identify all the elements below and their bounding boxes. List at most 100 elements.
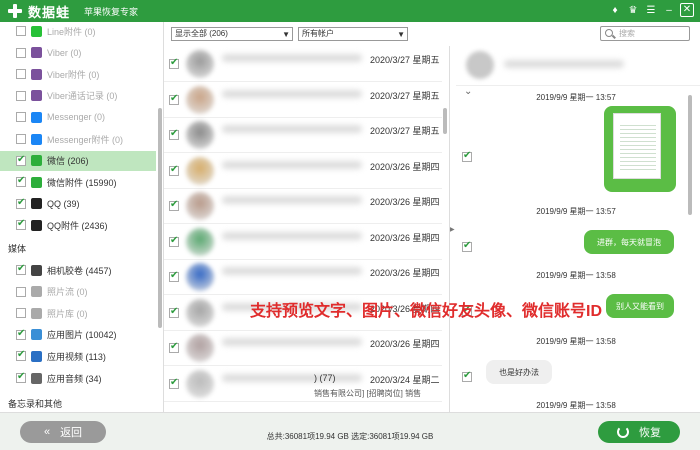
- sidebar-item-label: Viber附件 (0): [47, 69, 100, 80]
- sidebar-item[interactable]: Viber附件 (0): [0, 64, 156, 84]
- contact-name-blurred: [222, 54, 362, 62]
- checkbox[interactable]: [16, 69, 26, 80]
- sidebar-item[interactable]: Messenger (0): [0, 107, 156, 127]
- checkbox[interactable]: [16, 154, 26, 166]
- table-row[interactable]: 2020/3/24 星期二) (77) 销售有限公司] [招聘岗位] 销售: [164, 366, 442, 402]
- checkbox[interactable]: [16, 112, 26, 123]
- sidebar-scrollbar[interactable]: [158, 108, 162, 328]
- menu-icon[interactable]: ☰: [644, 3, 658, 17]
- checkbox[interactable]: [16, 197, 26, 209]
- row-date: 2020/3/26 星期四: [370, 232, 440, 243]
- sidebar-item[interactable]: 应用视频 (113): [0, 346, 156, 366]
- search-input[interactable]: 搜索: [600, 26, 690, 41]
- promo-caption: 支持预览文字、图片、微信好友头像、微信账号ID: [250, 303, 603, 320]
- table-row[interactable]: 2020/3/26 星期四: [164, 259, 442, 295]
- sidebar-item[interactable]: Messenger附件 (0): [0, 129, 156, 149]
- sidebar-item[interactable]: 照片库 (0): [0, 303, 156, 323]
- checkbox[interactable]: [16, 47, 26, 58]
- chat-scrollbar[interactable]: [688, 95, 692, 215]
- table-row[interactable]: 2020/3/27 星期五: [164, 117, 442, 153]
- row-prefix: ) (77): [314, 372, 336, 383]
- checkbox[interactable]: [169, 57, 179, 69]
- checkbox[interactable]: [16, 134, 26, 144]
- minimize-icon[interactable]: –: [662, 3, 676, 17]
- contact-avatar: [186, 369, 214, 398]
- checkbox[interactable]: [462, 150, 472, 162]
- wechat-icon: [31, 176, 42, 188]
- sidebar-item[interactable]: 微信 (206): [0, 150, 156, 171]
- crown-icon[interactable]: ♛: [626, 3, 640, 17]
- sidebar-item-label: 应用音频 (34): [47, 373, 102, 384]
- checkbox[interactable]: [169, 306, 179, 318]
- sidebar-item[interactable]: QQ附件 (2436): [0, 215, 156, 235]
- recover-button[interactable]: 恢复: [598, 421, 680, 443]
- filter-select[interactable]: 显示全部 (206) ▼: [171, 27, 293, 41]
- table-row[interactable]: 2020/3/26 星期四: [164, 330, 442, 366]
- sidebar-item[interactable]: 应用音频 (34): [0, 368, 156, 388]
- checkbox[interactable]: [169, 235, 179, 247]
- checkbox[interactable]: [16, 26, 26, 36]
- chevron-down-icon: ▼: [282, 30, 290, 39]
- sidebar-item-label: 微信附件 (15990): [47, 177, 117, 188]
- sidebar-item[interactable]: Viber (0): [0, 43, 156, 63]
- row-date: 2020/3/26 星期四: [370, 268, 440, 278]
- sidebar-item-label: 照片流 (0): [47, 287, 88, 298]
- sidebar-item[interactable]: Line附件 (0): [0, 22, 156, 41]
- checkbox[interactable]: [16, 218, 26, 231]
- sidebar-item[interactable]: 应用图片 (10042): [0, 325, 156, 345]
- diamond-icon[interactable]: ♦: [608, 3, 622, 17]
- table-row[interactable]: 2020/3/27 星期五: [164, 46, 442, 82]
- checkbox[interactable]: [16, 371, 26, 383]
- table-row[interactable]: 2020/3/27 星期五: [164, 82, 442, 118]
- account-select[interactable]: 所有帐户 ▼: [298, 27, 408, 41]
- sidebar-item[interactable]: Viber通话记录 (0): [0, 86, 156, 106]
- contact-avatar: [186, 263, 214, 291]
- table-row[interactable]: 2020/3/26 星期四: [164, 188, 442, 224]
- table-row[interactable]: 2020/3/26 星期四: [164, 224, 442, 260]
- sidebar-item[interactable]: 微信附件 (15990): [0, 172, 156, 192]
- sidebar-item-label: Line附件 (0): [47, 26, 96, 37]
- image-message[interactable]: [604, 106, 676, 192]
- checkbox[interactable]: [462, 240, 472, 252]
- contact-avatar: [186, 334, 214, 362]
- table-row[interactable]: 2020/3/26 星期四: [164, 153, 442, 189]
- list-scrollbar[interactable]: [443, 108, 447, 134]
- sidebar-item-label: Messenger附件 (0): [47, 134, 124, 145]
- checkbox[interactable]: [16, 175, 26, 188]
- sidebar-item[interactable]: 照片流 (0): [0, 282, 156, 302]
- splitter-handle[interactable]: ▶: [450, 226, 455, 233]
- contact-name-blurred: [222, 125, 362, 133]
- sidebar-item[interactable]: 相机胶卷 (4457): [0, 260, 156, 280]
- close-icon[interactable]: ✕: [680, 3, 694, 17]
- selection-summary: 总共:36081项19.94 GB 选定:36081项19.94 GB: [266, 432, 434, 441]
- qq-icon: [31, 198, 42, 210]
- checkbox[interactable]: [16, 90, 26, 101]
- row-date: 2020/3/24 星期二: [370, 374, 440, 385]
- checkbox[interactable]: [16, 349, 26, 362]
- checkbox[interactable]: [16, 308, 26, 319]
- contact-name-blurred: [222, 160, 362, 169]
- checkbox[interactable]: [169, 377, 179, 389]
- sidebar-item[interactable]: QQ (39): [0, 194, 156, 214]
- checkbox[interactable]: [169, 199, 179, 211]
- checkbox[interactable]: [16, 286, 26, 297]
- checkbox[interactable]: [16, 263, 26, 275]
- photolib-icon: [31, 307, 42, 319]
- checkbox[interactable]: [169, 164, 179, 176]
- text-message[interactable]: 也是好办法: [486, 360, 552, 384]
- message-timestamp: 2019/9/9 星期一 13:57: [536, 93, 616, 102]
- messenger-icon: [31, 111, 42, 123]
- text-message[interactable]: 进群，每天就冒泡: [584, 230, 674, 254]
- image-thumbnail: [613, 113, 661, 179]
- messenger-icon: [31, 133, 42, 145]
- viber-icon: [31, 90, 42, 102]
- checkbox[interactable]: [462, 370, 472, 382]
- text-message[interactable]: 别人又能看到: [606, 294, 674, 318]
- row-date: 2020/3/27 星期五: [370, 90, 440, 101]
- checkbox[interactable]: [169, 341, 179, 353]
- checkbox[interactable]: [16, 328, 26, 340]
- checkbox[interactable]: [169, 93, 179, 105]
- message-timestamp: 2019/9/9 星期一 13:58: [536, 271, 616, 280]
- checkbox[interactable]: [169, 128, 179, 140]
- checkbox[interactable]: [169, 270, 179, 282]
